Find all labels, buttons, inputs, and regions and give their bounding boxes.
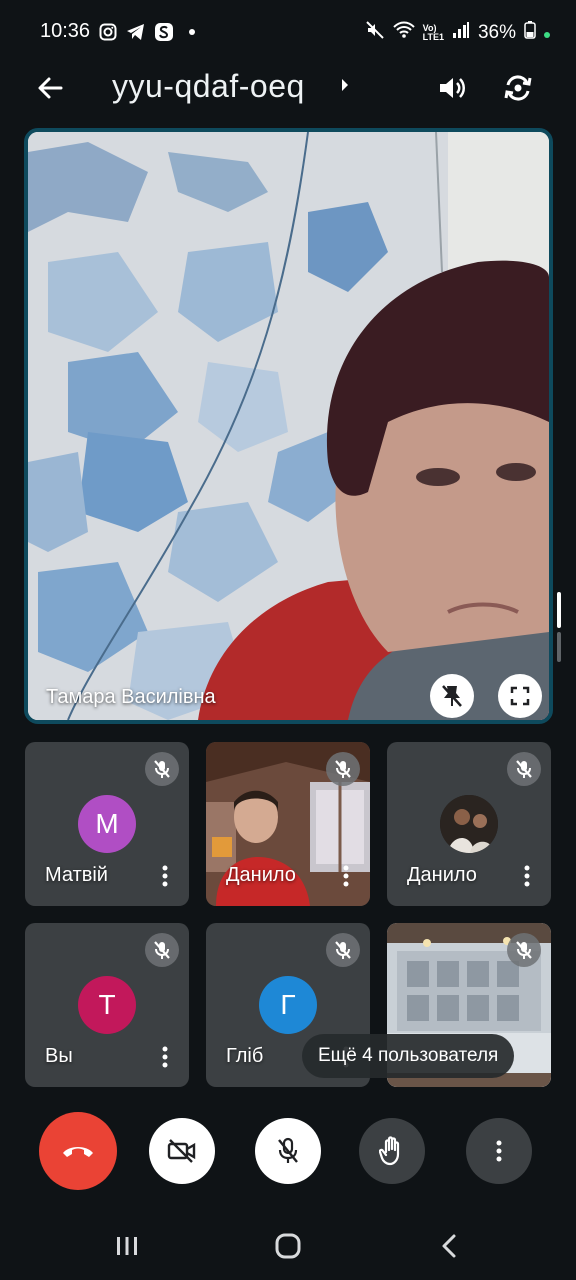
participant-tile[interactable]: Данило bbox=[387, 742, 551, 906]
participant-name: Данило bbox=[226, 864, 296, 886]
avatar: Т bbox=[78, 976, 136, 1034]
participant-name: Гліб bbox=[226, 1045, 264, 1067]
mic-off-icon bbox=[507, 933, 541, 967]
mic-off-icon bbox=[507, 752, 541, 786]
camera-toggle-button[interactable] bbox=[149, 1118, 215, 1184]
raise-hand-button[interactable] bbox=[359, 1118, 425, 1184]
status-time: 10:36 bbox=[40, 20, 91, 42]
more-vert-icon bbox=[343, 865, 349, 887]
more-actions-button[interactable] bbox=[466, 1118, 532, 1184]
speaker-icon bbox=[440, 78, 465, 98]
mute-icon bbox=[365, 20, 385, 46]
more-vert-icon bbox=[496, 1140, 502, 1162]
system-nav-bar bbox=[0, 1212, 576, 1280]
participant-tile[interactable]: M Матвій bbox=[25, 742, 189, 906]
speaker-name: Тамара Василівна bbox=[46, 686, 216, 708]
recents-button[interactable] bbox=[102, 1224, 152, 1268]
battery-icon bbox=[524, 21, 536, 45]
meeting-code[interactable]: yyu-qdaf-oeq bbox=[112, 68, 305, 105]
more-options-button[interactable] bbox=[151, 860, 179, 892]
more-vert-icon bbox=[162, 865, 168, 887]
green-dot-icon bbox=[544, 22, 550, 44]
volte-icon: Vo) LTE1 bbox=[422, 23, 444, 42]
call-controls bbox=[0, 1110, 576, 1190]
recents-icon bbox=[117, 1237, 137, 1255]
back-button[interactable] bbox=[28, 66, 72, 110]
chevron-right-icon[interactable] bbox=[340, 78, 350, 97]
mic-off-icon bbox=[278, 1137, 298, 1163]
more-options-button[interactable] bbox=[332, 860, 360, 892]
main-speaker-tile[interactable]: Тамара Василівна bbox=[24, 128, 553, 724]
mic-off-icon bbox=[145, 752, 179, 786]
participant-name: Данило bbox=[407, 864, 477, 886]
mic-off-icon bbox=[326, 752, 360, 786]
more-participants-pill[interactable]: Ещё 4 пользователя bbox=[302, 1034, 515, 1078]
participant-name: Вы bbox=[45, 1045, 73, 1067]
battery-percent: 36% bbox=[477, 22, 516, 43]
videocam-off-icon bbox=[167, 1139, 196, 1163]
more-options-button[interactable] bbox=[513, 860, 541, 892]
mic-toggle-button[interactable] bbox=[255, 1118, 321, 1184]
speaker-video bbox=[28, 132, 549, 720]
avatar: Г bbox=[259, 976, 317, 1034]
more-options-button[interactable] bbox=[151, 1041, 179, 1073]
back-icon bbox=[442, 1234, 456, 1258]
status-bar: 10:36 Vo) LTE1 36% bbox=[0, 0, 576, 62]
wifi-icon bbox=[392, 21, 415, 45]
unpin-button[interactable] bbox=[430, 674, 474, 718]
switch-camera-button[interactable] bbox=[496, 66, 540, 110]
participant-name: Матвій bbox=[45, 864, 108, 886]
fullscreen-button[interactable] bbox=[498, 674, 542, 718]
dot-icon bbox=[182, 22, 202, 42]
participant-tile[interactable]: Данило bbox=[206, 742, 370, 906]
home-button[interactable] bbox=[263, 1224, 313, 1268]
fullscreen-icon bbox=[510, 686, 530, 706]
telegram-icon bbox=[126, 22, 146, 42]
call-end-icon bbox=[63, 1147, 93, 1157]
avatar bbox=[440, 795, 498, 853]
profile-photo bbox=[440, 795, 498, 853]
pin-off-icon bbox=[442, 685, 462, 707]
mic-off-icon bbox=[145, 933, 179, 967]
notification-icons bbox=[98, 22, 202, 42]
more-vert-icon bbox=[162, 1046, 168, 1068]
participant-tile-self[interactable]: Т Вы bbox=[25, 923, 189, 1087]
signal-icon bbox=[452, 22, 470, 44]
mic-off-icon bbox=[326, 933, 360, 967]
avatar: M bbox=[78, 795, 136, 853]
back-nav-button[interactable] bbox=[424, 1224, 474, 1268]
system-indicators: Vo) LTE1 36% bbox=[365, 20, 550, 46]
skype-icon bbox=[154, 22, 174, 42]
home-icon bbox=[275, 1233, 301, 1259]
more-vert-icon bbox=[524, 865, 530, 887]
arrow-back-icon bbox=[38, 77, 63, 99]
audio-output-button[interactable] bbox=[430, 66, 474, 110]
instagram-icon bbox=[98, 22, 118, 42]
meeting-header: yyu-qdaf-oeq bbox=[0, 62, 576, 118]
hand-icon bbox=[379, 1136, 400, 1166]
end-call-button[interactable] bbox=[39, 1112, 117, 1190]
scroll-indicator[interactable] bbox=[557, 592, 561, 628]
flip-camera-icon bbox=[504, 75, 532, 101]
scroll-track bbox=[557, 632, 561, 662]
